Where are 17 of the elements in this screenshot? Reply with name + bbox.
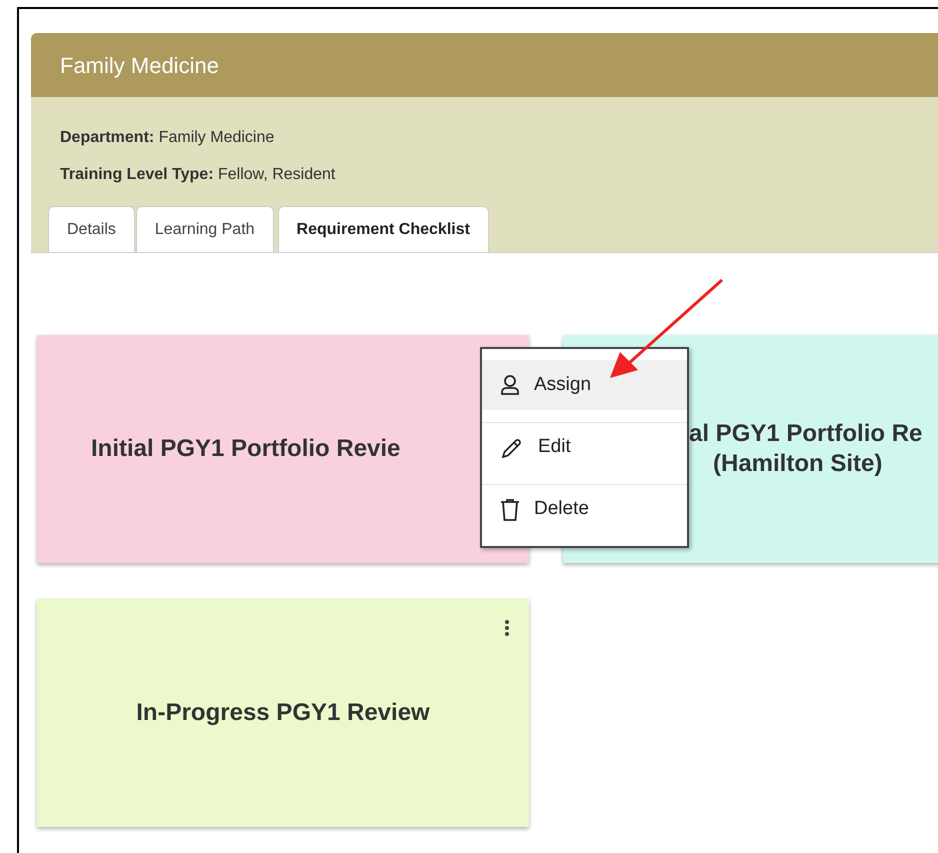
menu-item[interactable]: Edit xyxy=(482,422,687,472)
more-options-icon[interactable] xyxy=(504,619,510,637)
user-icon xyxy=(500,374,520,396)
card-title: Initial PGY1 Portfolio Revie xyxy=(91,434,400,464)
detail-line: Training Level Type: Fellow, Resident xyxy=(60,165,336,185)
menu-item[interactable]: Assign xyxy=(482,360,687,410)
tab[interactable]: Learning Path xyxy=(136,206,274,252)
menu-item[interactable]: Delete xyxy=(482,484,687,534)
card-title: In-Progress PGY1 Review xyxy=(136,698,430,728)
card-title: (Hamilton Site) xyxy=(712,449,882,479)
detail-line: Department: Family Medicine xyxy=(60,128,276,148)
tab[interactable]: Requirement Checklist xyxy=(278,206,489,252)
page-title: Family Medicine xyxy=(60,52,219,80)
checklist-card[interactable]: Initial PGY1 Portfolio Revie xyxy=(37,335,529,563)
trash-icon xyxy=(500,498,520,522)
tab[interactable]: Details xyxy=(48,206,135,252)
checklist-card[interactable]: In-Progress PGY1 Review xyxy=(37,599,529,827)
